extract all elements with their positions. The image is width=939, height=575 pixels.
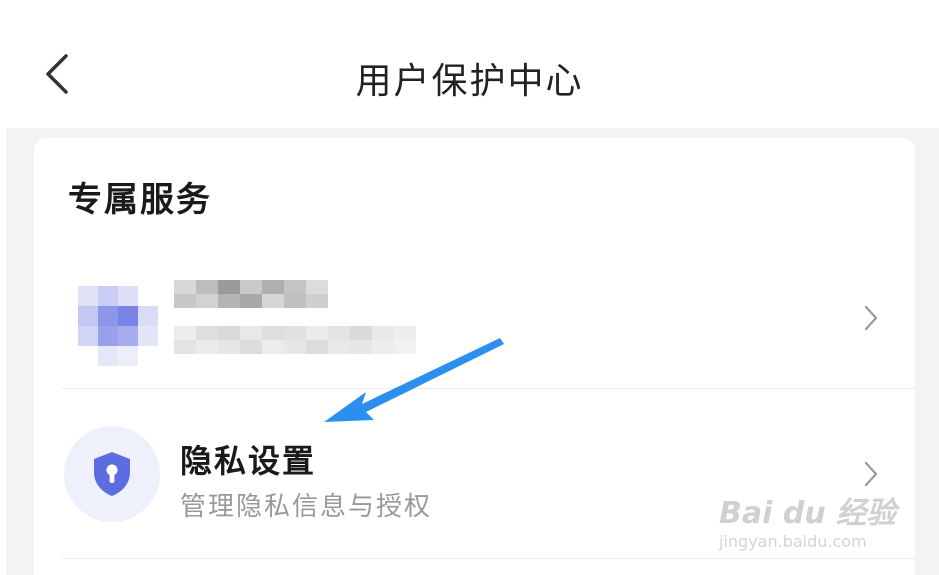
section-title: 专属服务 — [68, 180, 212, 220]
privacy-settings-title: 隐私设置 — [180, 442, 317, 480]
page: 用户保护中心 专属服务 隐私设置 管理隐私信息与授权 Bai du 经验 jin… — [0, 0, 939, 575]
annotation-arrow-icon — [324, 338, 504, 422]
privacy-settings-subtitle: 管理隐私信息与授权 — [180, 492, 433, 522]
shield-lock-icon — [94, 452, 130, 496]
divider — [62, 558, 915, 559]
blurred-avatar — [68, 276, 168, 376]
page-title: 用户保护中心 — [355, 61, 584, 102]
header-bar: 用户保护中心 — [0, 0, 939, 128]
privacy-icon-badge — [64, 426, 160, 522]
chevron-right-icon — [864, 461, 878, 487]
chevron-right-icon — [864, 305, 878, 331]
